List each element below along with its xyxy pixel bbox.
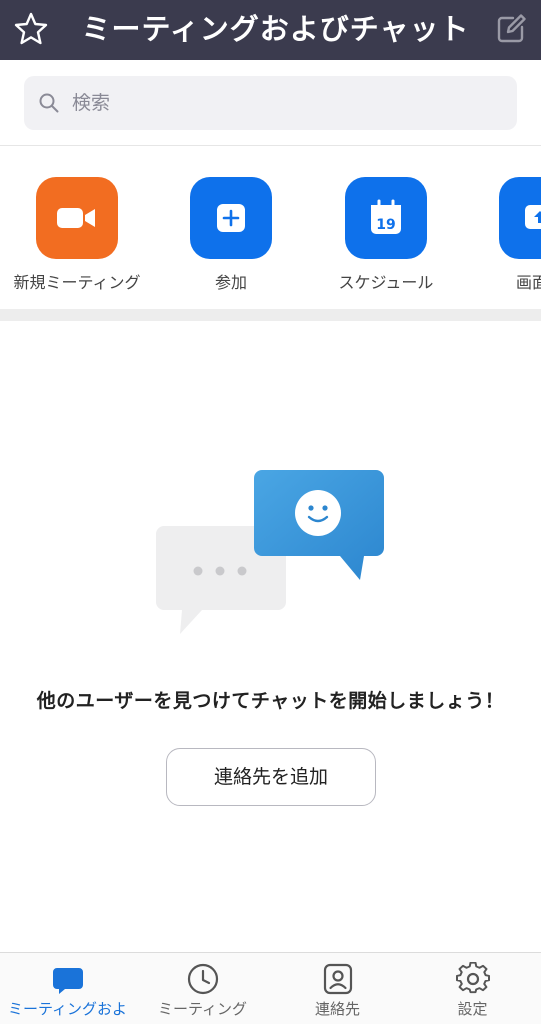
tab-meetings-and-chat[interactable]: ミーティングおよ bbox=[0, 953, 135, 1024]
new-meeting-button[interactable]: 新規ミーティング bbox=[0, 177, 157, 293]
tab-meetings-and-chat-label: ミーティングおよ bbox=[7, 1000, 128, 1018]
tab-settings-label: 設定 bbox=[457, 1000, 488, 1018]
tab-contacts[interactable]: 連絡先 bbox=[270, 953, 405, 1024]
calendar-icon: 19 bbox=[345, 177, 427, 259]
page-title: ミーティングおよびチャット bbox=[81, 12, 470, 46]
contact-icon bbox=[323, 963, 352, 995]
bottom-nav: ミーティングおよ ミーティング 連絡先 設定 bbox=[0, 952, 541, 1024]
compose-icon[interactable] bbox=[493, 11, 529, 47]
empty-state-message: 他のユーザーを見つけてチャットを開始しましょう！ bbox=[36, 690, 505, 712]
tab-meetings-label: ミーティング bbox=[157, 1000, 248, 1018]
schedule-button[interactable]: 19 スケジュール bbox=[306, 177, 466, 293]
tab-contacts-label: 連絡先 bbox=[314, 1000, 360, 1018]
share-screen-button[interactable]: 画面の bbox=[460, 177, 541, 293]
video-camera-icon bbox=[36, 177, 118, 259]
quick-actions: 新規ミーティング 参加 19 スケジュール 画面 bbox=[0, 147, 541, 309]
search-placeholder: 検索 bbox=[72, 92, 111, 114]
add-contact-button[interactable]: 連絡先を追加 bbox=[166, 748, 376, 806]
search-icon bbox=[39, 93, 59, 113]
tab-meetings[interactable]: ミーティング bbox=[135, 953, 270, 1024]
search-input[interactable]: 検索 bbox=[24, 76, 517, 130]
top-bar: ミーティングおよびチャット bbox=[0, 0, 541, 60]
share-screen-label: 画面の bbox=[515, 273, 541, 292]
chat-illustration bbox=[156, 470, 384, 634]
join-label: 参加 bbox=[214, 273, 247, 292]
tab-settings[interactable]: 設定 bbox=[405, 953, 540, 1024]
join-button[interactable]: 参加 bbox=[151, 177, 311, 293]
calendar-day: 19 bbox=[376, 217, 395, 233]
schedule-label: スケジュール bbox=[338, 273, 434, 292]
gear-icon bbox=[455, 962, 490, 994]
clock-icon bbox=[187, 963, 218, 995]
plus-icon bbox=[190, 177, 272, 259]
share-screen-icon bbox=[499, 177, 541, 259]
section-divider bbox=[0, 309, 541, 321]
search-section: 検索 bbox=[0, 60, 541, 146]
new-meeting-label: 新規ミーティング bbox=[13, 273, 141, 292]
chat-bubble-icon bbox=[52, 968, 83, 994]
